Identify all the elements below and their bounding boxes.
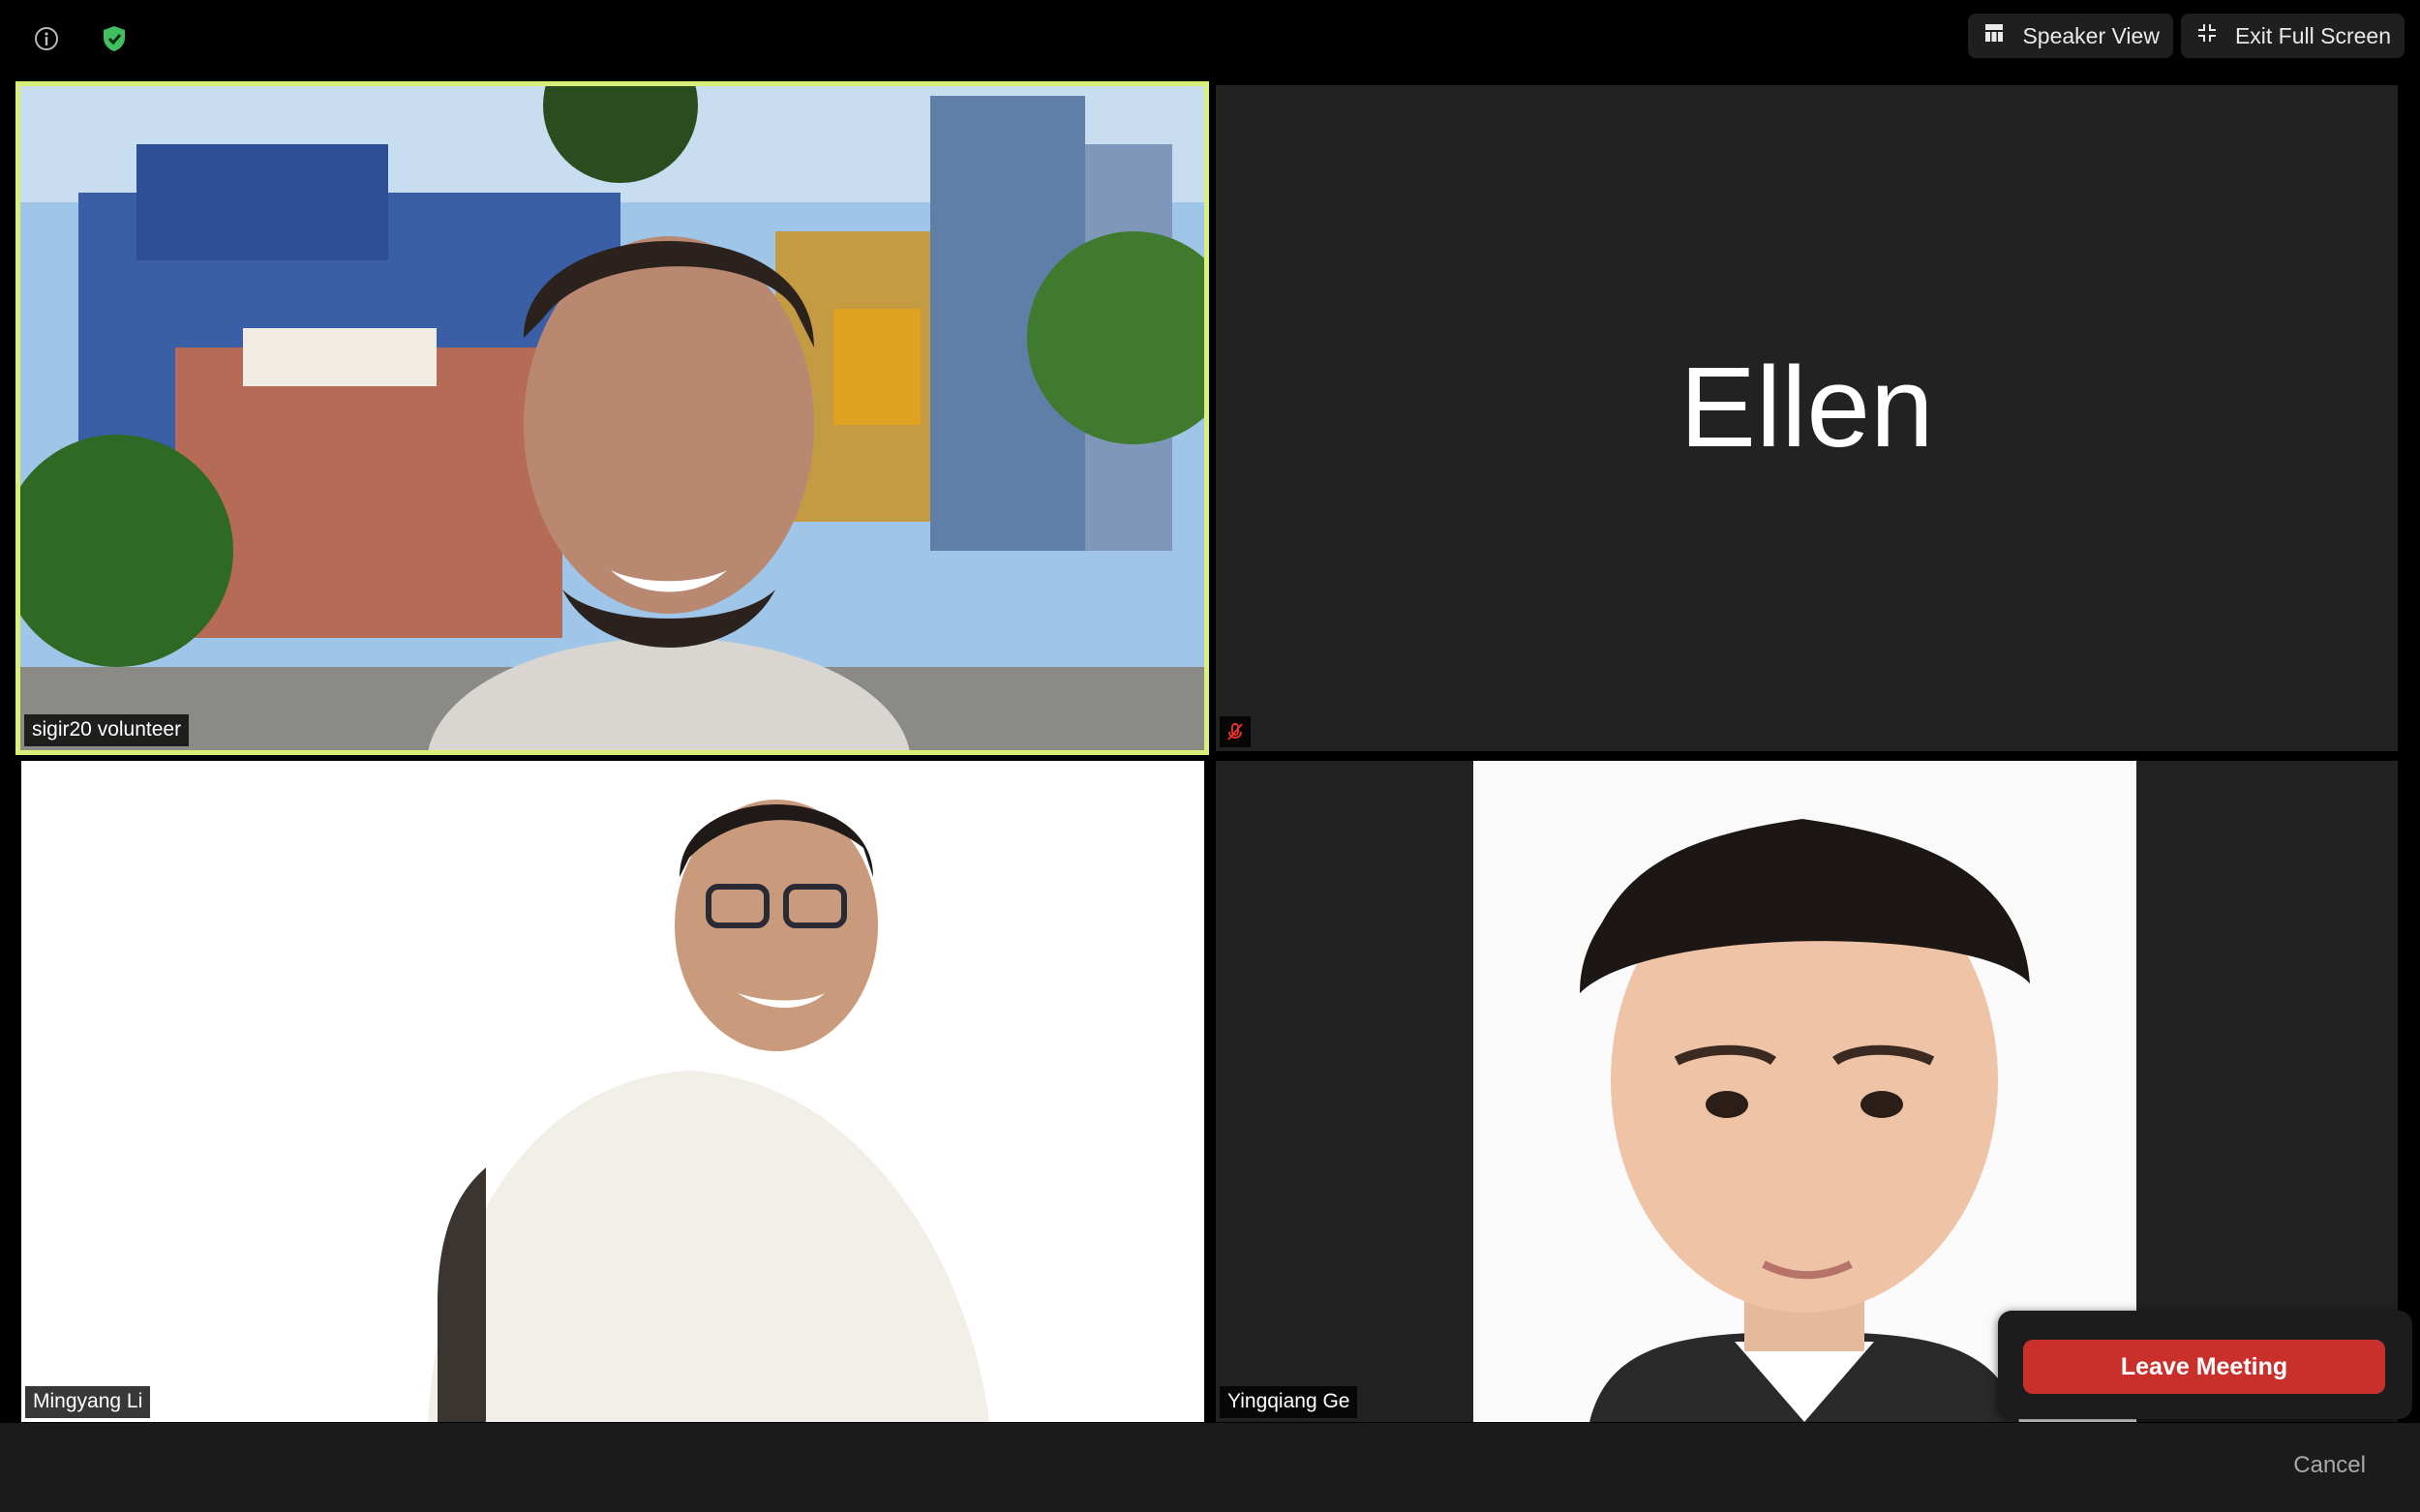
leave-meeting-popover: Leave Meeting <box>1998 1311 2412 1419</box>
speaker-view-label: Speaker View <box>2022 22 2160 48</box>
video-tile-sigir20-volunteer[interactable]: sigir20 volunteer <box>15 81 1209 755</box>
cancel-button[interactable]: Cancel <box>2293 1452 2366 1479</box>
participant-name-large: Ellen <box>1679 344 1934 471</box>
video-tile-mingyang-li[interactable]: Mingyang Li <box>21 761 1204 1422</box>
meeting-window: Speaker View Exit Full Screen sigir20 vo… <box>0 0 2420 1512</box>
participant-name-tag: Mingyang Li <box>25 1386 151 1418</box>
video-tile-ellen[interactable]: Ellen <box>1216 85 2398 751</box>
exit-fullscreen-icon <box>2196 22 2218 49</box>
grid-icon <box>1983 22 2005 49</box>
view-controls: Speaker View Exit Full Screen <box>1968 14 2405 58</box>
speaker-view-button[interactable]: Speaker View <box>1968 14 2173 58</box>
exit-fullscreen-label: Exit Full Screen <box>2234 22 2391 48</box>
participant-video-portrait <box>21 761 1204 1422</box>
participant-name-tag: Yingqiang Ge <box>1220 1386 1358 1418</box>
participant-video-city <box>20 86 1204 750</box>
shield-check-icon[interactable] <box>95 19 134 58</box>
bottom-toolbar: Cancel <box>0 1423 2420 1512</box>
participant-name-tag: sigir20 volunteer <box>24 714 190 746</box>
muted-mic-icon <box>1220 716 1251 747</box>
exit-fullscreen-button[interactable]: Exit Full Screen <box>2180 14 2405 58</box>
top-left-controls <box>27 19 134 58</box>
info-icon[interactable] <box>27 19 66 58</box>
leave-meeting-button[interactable]: Leave Meeting <box>2023 1340 2385 1394</box>
